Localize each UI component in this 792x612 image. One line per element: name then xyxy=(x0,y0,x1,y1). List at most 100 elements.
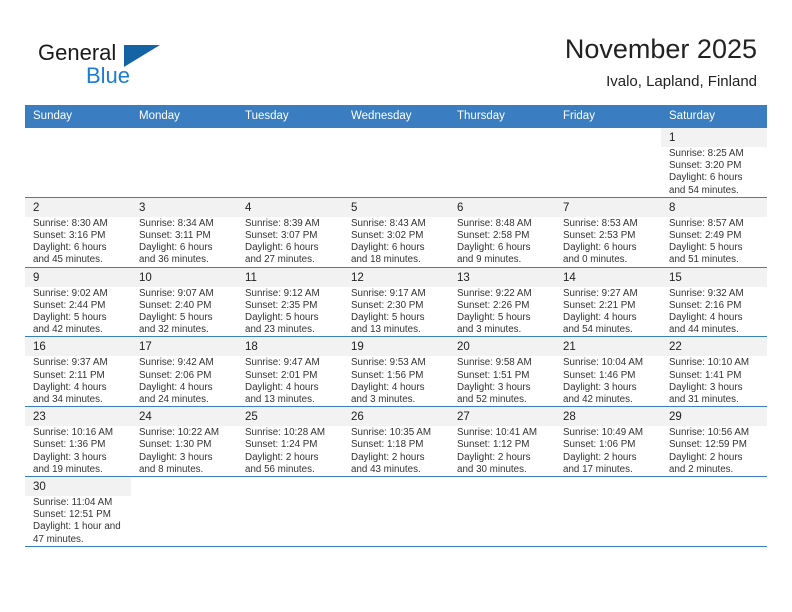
day-number: 19 xyxy=(343,337,449,357)
day-number xyxy=(131,477,237,483)
daylight-text: Daylight: 4 hours and 44 minutes. xyxy=(669,312,743,336)
daylight-text: Daylight: 6 hours and 9 minutes. xyxy=(457,242,531,266)
calendar-day-cell[interactable]: 17 Sunrise: 9:42 AM Sunset: 2:06 PM Dayligh… xyxy=(131,336,237,408)
daylight-text: Daylight: 6 hours and 18 minutes. xyxy=(351,242,425,266)
day-cell-inner xyxy=(131,128,237,197)
sunset-text: Sunset: 3:02 PM xyxy=(351,230,424,242)
day-cell-inner xyxy=(449,477,555,546)
day-details: Sunrise: 9:42 AM Sunset: 2:06 PM Daylight:… xyxy=(131,356,237,407)
day-details: Sunrise: 8:30 AM Sunset: 3:16 PM Daylight:… xyxy=(25,216,131,267)
calendar-day-cell[interactable]: 21 Sunrise: 10:04 AM Sunset: 1:46 PM Daylig… xyxy=(555,336,661,408)
sunrise-text: Sunrise: 8:43 AM xyxy=(351,217,426,229)
day-details: Sunrise: 8:34 AM Sunset: 3:11 PM Daylight:… xyxy=(131,216,237,267)
sunset-text: Sunset: 3:16 PM xyxy=(33,230,106,242)
calendar-empty-cell xyxy=(343,476,449,547)
day-cell-inner: 3 Sunrise: 8:34 AM Sunset: 3:11 PM Daylight… xyxy=(131,197,237,267)
calendar-day-cell[interactable]: 4 Sunrise: 8:39 AM Sunset: 3:07 PM Daylight… xyxy=(237,196,343,268)
calendar-day-cell[interactable]: 6 Sunrise: 8:48 AM Sunset: 2:58 PM Daylight… xyxy=(449,196,555,268)
day-number: 9 xyxy=(25,267,131,287)
sunset-text: Sunset: 1:56 PM xyxy=(351,369,424,381)
daylight-text: Daylight: 3 hours and 19 minutes. xyxy=(33,451,107,475)
calendar-day-cell[interactable]: 25 Sunrise: 10:28 AM Sunset: 1:24 PM Daylig… xyxy=(237,406,343,478)
day-cell-inner xyxy=(449,128,555,197)
day-number xyxy=(343,128,449,134)
day-cell-inner: 28 Sunrise: 10:49 AM Sunset: 1:06 PM Daylig… xyxy=(555,407,661,477)
calendar-day-cell[interactable]: 29 Sunrise: 10:56 AM Sunset: 12:59 PM Dayli… xyxy=(661,406,767,478)
calendar-day-cell[interactable]: 7 Sunrise: 8:53 AM Sunset: 2:53 PM Daylight… xyxy=(555,196,661,268)
day-number: 24 xyxy=(131,407,237,427)
calendar-day-cell[interactable]: 30 Sunrise: 11:04 AM Sunset: 12:51 PM Dayli… xyxy=(25,476,131,547)
sunset-text: Sunset: 1:36 PM xyxy=(33,439,106,451)
calendar-empty-cell xyxy=(661,476,767,547)
day-details: Sunrise: 10:22 AM Sunset: 1:30 PM Daylight… xyxy=(131,426,237,477)
day-number xyxy=(25,128,131,134)
day-number: 28 xyxy=(555,407,661,427)
daylight-text: Daylight: 6 hours and 27 minutes. xyxy=(245,242,319,266)
day-cell-inner: 8 Sunrise: 8:57 AM Sunset: 2:49 PM Daylight… xyxy=(661,197,767,267)
day-number: 27 xyxy=(449,407,555,427)
calendar-day-cell[interactable]: 13 Sunrise: 9:22 AM Sunset: 2:26 PM Dayligh… xyxy=(449,266,555,338)
title-block: November 2025 Ivalo, Lapland, Finland xyxy=(565,32,757,93)
day-details: Sunrise: 8:48 AM Sunset: 2:58 PM Daylight:… xyxy=(449,216,555,267)
calendar-day-cell[interactable]: 15 Sunrise: 9:32 AM Sunset: 2:16 PM Dayligh… xyxy=(661,266,767,338)
day-details: Sunrise: 9:02 AM Sunset: 2:44 PM Daylight:… xyxy=(25,286,131,337)
location-subtitle: Ivalo, Lapland, Finland xyxy=(606,73,757,90)
calendar-day-cell[interactable]: 12 Sunrise: 9:17 AM Sunset: 2:30 PM Dayligh… xyxy=(343,266,449,338)
calendar-day-cell[interactable]: 19 Sunrise: 9:53 AM Sunset: 1:56 PM Dayligh… xyxy=(343,336,449,408)
calendar-day-cell[interactable]: 20 Sunrise: 9:58 AM Sunset: 1:51 PM Dayligh… xyxy=(449,336,555,408)
calendar-day-cell[interactable]: 18 Sunrise: 9:47 AM Sunset: 2:01 PM Dayligh… xyxy=(237,336,343,408)
day-cell-inner: 9 Sunrise: 9:02 AM Sunset: 2:44 PM Daylight… xyxy=(25,267,131,337)
sunrise-text: Sunrise: 8:30 AM xyxy=(33,217,108,229)
calendar-day-cell[interactable]: 10 Sunrise: 9:07 AM Sunset: 2:40 PM Dayligh… xyxy=(131,266,237,338)
weekday-header-sunday: Sunday xyxy=(25,105,131,128)
day-details: Sunrise: 9:12 AM Sunset: 2:35 PM Daylight:… xyxy=(237,286,343,337)
day-cell-inner: 23 Sunrise: 10:16 AM Sunset: 1:36 PM Daylig… xyxy=(25,407,131,477)
calendar-day-cell[interactable]: 16 Sunrise: 9:37 AM Sunset: 2:11 PM Dayligh… xyxy=(25,336,131,408)
calendar-empty-cell xyxy=(555,476,661,547)
sunset-text: Sunset: 1:46 PM xyxy=(563,369,636,381)
page-title: November 2025 xyxy=(564,34,757,64)
calendar-day-cell[interactable]: 22 Sunrise: 10:10 AM Sunset: 1:41 PM Daylig… xyxy=(661,336,767,408)
sunset-text: Sunset: 2:06 PM xyxy=(139,369,212,381)
calendar-day-cell[interactable]: 14 Sunrise: 9:27 AM Sunset: 2:21 PM Dayligh… xyxy=(555,266,661,338)
day-number xyxy=(343,477,449,483)
day-details: Sunrise: 8:39 AM Sunset: 3:07 PM Daylight:… xyxy=(237,216,343,267)
daylight-text: Daylight: 6 hours and 54 minutes. xyxy=(669,172,743,196)
daylight-text: Daylight: 3 hours and 42 minutes. xyxy=(563,381,637,406)
day-cell-inner: 25 Sunrise: 10:28 AM Sunset: 1:24 PM Daylig… xyxy=(237,407,343,477)
calendar-day-cell[interactable]: 8 Sunrise: 8:57 AM Sunset: 2:49 PM Daylight… xyxy=(661,196,767,268)
calendar-day-cell[interactable]: 5 Sunrise: 8:43 AM Sunset: 3:02 PM Daylight… xyxy=(343,196,449,268)
calendar-day-cell[interactable]: 11 Sunrise: 9:12 AM Sunset: 2:35 PM Dayligh… xyxy=(237,266,343,338)
day-number: 6 xyxy=(449,197,555,217)
sunrise-text: Sunrise: 10:49 AM xyxy=(563,427,644,439)
day-cell-inner xyxy=(555,128,661,197)
calendar-day-cell[interactable]: 24 Sunrise: 10:22 AM Sunset: 1:30 PM Daylig… xyxy=(131,406,237,478)
calendar-day-cell[interactable]: 1 Sunrise: 8:25 AM Sunset: 3:20 PM Daylight… xyxy=(661,127,767,198)
day-cell-inner: 6 Sunrise: 8:48 AM Sunset: 2:58 PM Daylight… xyxy=(449,197,555,267)
day-number xyxy=(555,128,661,134)
daylight-text: Daylight: 4 hours and 24 minutes. xyxy=(139,381,213,406)
calendar-day-cell[interactable]: 28 Sunrise: 10:49 AM Sunset: 1:06 PM Daylig… xyxy=(555,406,661,478)
calendar-day-cell[interactable]: 23 Sunrise: 10:16 AM Sunset: 1:36 PM Daylig… xyxy=(25,406,131,478)
calendar-day-cell[interactable]: 2 Sunrise: 8:30 AM Sunset: 3:16 PM Daylight… xyxy=(25,196,131,268)
calendar-week-row: 1 Sunrise: 8:25 AM Sunset: 3:20 PM Daylight… xyxy=(25,127,767,198)
day-cell-inner: 21 Sunrise: 10:04 AM Sunset: 1:46 PM Daylig… xyxy=(555,337,661,407)
weekday-header-thursday: Thursday xyxy=(449,105,555,128)
day-cell-inner xyxy=(343,128,449,197)
day-number: 18 xyxy=(237,337,343,357)
calendar-day-cell[interactable]: 27 Sunrise: 10:41 AM Sunset: 1:12 PM Daylig… xyxy=(449,406,555,478)
day-cell-inner: 27 Sunrise: 10:41 AM Sunset: 1:12 PM Daylig… xyxy=(449,407,555,477)
calendar-day-cell[interactable]: 3 Sunrise: 8:34 AM Sunset: 3:11 PM Daylight… xyxy=(131,196,237,268)
sunrise-text: Sunrise: 10:41 AM xyxy=(457,427,538,439)
sunrise-text: Sunrise: 10:04 AM xyxy=(563,357,644,369)
calendar-day-cell[interactable]: 26 Sunrise: 10:35 AM Sunset: 1:18 PM Daylig… xyxy=(343,406,449,478)
day-cell-inner: 26 Sunrise: 10:35 AM Sunset: 1:18 PM Daylig… xyxy=(343,407,449,477)
day-cell-inner: 11 Sunrise: 9:12 AM Sunset: 2:35 PM Dayligh… xyxy=(237,267,343,337)
day-cell-inner xyxy=(131,477,237,546)
calendar-page: General Blue November 2025 Ivalo, Laplan… xyxy=(0,0,792,612)
sunset-text: Sunset: 2:49 PM xyxy=(669,230,742,242)
calendar-empty-cell xyxy=(555,127,661,198)
day-details: Sunrise: 8:25 AM Sunset: 3:20 PM Daylight:… xyxy=(661,147,767,197)
general-blue-logo[interactable]: General Blue xyxy=(38,40,258,92)
calendar-day-cell[interactable]: 9 Sunrise: 9:02 AM Sunset: 2:44 PM Daylight… xyxy=(25,266,131,338)
